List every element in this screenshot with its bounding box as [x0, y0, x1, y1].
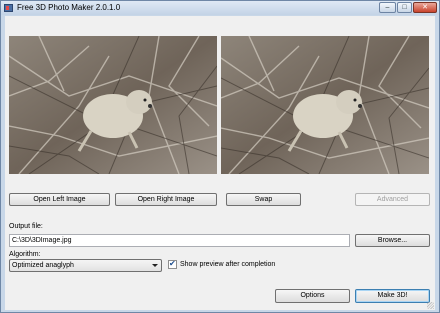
chevron-down-icon [152, 264, 158, 267]
app-window: Free 3D Photo Maker 2.0.1.0 – □ ✕ Open L… [0, 0, 440, 313]
open-left-image-button[interactable]: Open Left Image [9, 193, 110, 206]
show-preview-label[interactable]: Show preview after completion [180, 261, 275, 268]
algorithm-selected-value: Optimized anaglyph [12, 262, 74, 269]
open-right-image-button[interactable]: Open Right Image [115, 193, 217, 206]
main-panel: Open Left Image Open Right Image Swap Ad… [5, 16, 435, 310]
browse-button[interactable]: Browse... [355, 234, 430, 247]
resize-grip[interactable] [427, 302, 434, 309]
output-file-input[interactable]: C:\3D\3DImage.jpg [9, 234, 350, 247]
left-image-preview [9, 36, 217, 174]
right-image-preview [221, 36, 429, 174]
output-file-label: Output file: [9, 223, 43, 230]
window-title: Free 3D Photo Maker 2.0.1.0 [17, 3, 121, 12]
app-icon [4, 4, 13, 12]
show-preview-checkbox[interactable]: ✔ [168, 259, 177, 269]
title-bar[interactable]: Free 3D Photo Maker 2.0.1.0 – □ ✕ [1, 1, 439, 15]
options-button[interactable]: Options [275, 289, 350, 303]
advanced-button[interactable]: Advanced [355, 193, 430, 206]
algorithm-label: Algorithm: [9, 251, 41, 258]
swap-button[interactable]: Swap [226, 193, 301, 206]
left-photo-image [9, 36, 217, 174]
checkmark-icon: ✔ [169, 259, 176, 268]
algorithm-select[interactable]: Optimized anaglyph [9, 259, 162, 272]
right-photo-image [221, 36, 429, 174]
minimize-button[interactable]: – [379, 2, 396, 13]
close-button[interactable]: ✕ [413, 2, 437, 13]
make-3d-button[interactable]: Make 3D! [355, 289, 430, 303]
maximize-button[interactable]: □ [397, 2, 412, 13]
